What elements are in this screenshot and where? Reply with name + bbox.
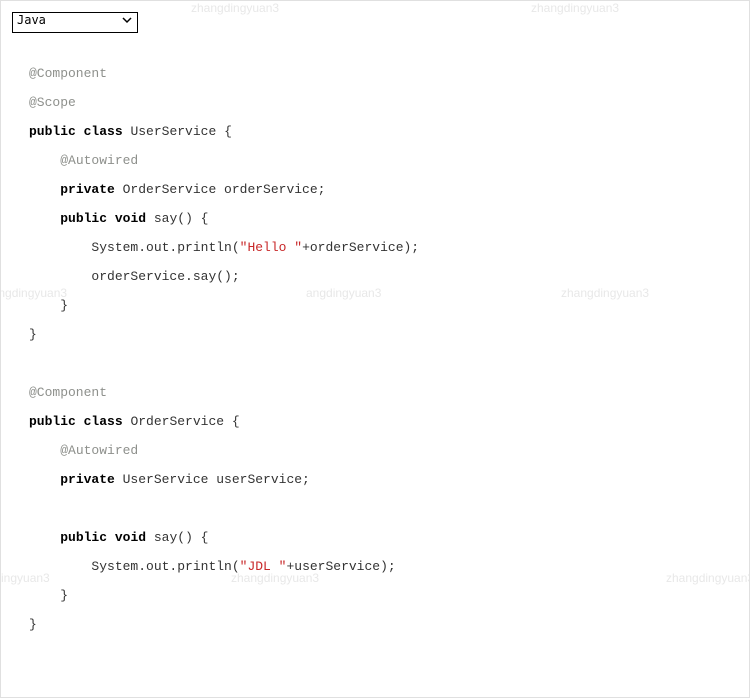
code-token-kw: void <box>115 211 146 226</box>
code-line: System.out.println("JDL "+userService); <box>29 552 737 581</box>
code-viewer-container: Java @Component @Scope public class UserSe… <box>0 0 750 698</box>
code-token-pln: System.out.println( <box>91 240 239 255</box>
code-token-pln <box>107 530 115 545</box>
code-token-pln: UserService userService; <box>115 472 310 487</box>
code-line: @Component <box>29 59 737 88</box>
code-token-pln: +userService); <box>286 559 395 574</box>
code-token-pln: say() { <box>146 530 208 545</box>
code-token-kw: class <box>84 124 123 139</box>
code-token-pln: { <box>224 414 240 429</box>
code-token-kw: public <box>60 530 107 545</box>
code-line: public void say() { <box>29 523 737 552</box>
code-token-pln: orderService.say(); <box>91 269 239 284</box>
language-selector[interactable]: Java <box>12 12 138 33</box>
code-token-pln: +orderService); <box>302 240 419 255</box>
code-line: @Autowired <box>29 436 737 465</box>
code-line: } <box>29 320 737 349</box>
code-token-kw: public <box>29 414 76 429</box>
code-token-ann: @Autowired <box>60 443 138 458</box>
code-line: orderService.say(); <box>29 262 737 291</box>
code-token-pln: } <box>29 617 37 632</box>
code-line: @Scope <box>29 88 737 117</box>
code-line: private OrderService orderService; <box>29 175 737 204</box>
code-token-ann: @Component <box>29 66 107 81</box>
code-token-ann: @Autowired <box>60 153 138 168</box>
code-line <box>29 494 737 523</box>
code-token-pln: } <box>60 298 68 313</box>
code-line: System.out.println("Hello "+orderService… <box>29 233 737 262</box>
code-token-str: "JDL " <box>240 559 287 574</box>
code-token-pln: System.out.println( <box>91 559 239 574</box>
code-token-kw: void <box>115 530 146 545</box>
code-token-kw: public <box>29 124 76 139</box>
code-token-kw: private <box>60 182 115 197</box>
code-token-cls: OrderService <box>130 414 224 429</box>
code-token-str: "Hello " <box>240 240 302 255</box>
code-token-ann: @Scope <box>29 95 76 110</box>
code-token-pln <box>107 211 115 226</box>
code-token-pln <box>76 124 84 139</box>
language-selected-value: Java <box>17 13 46 27</box>
code-line: @Component <box>29 378 737 407</box>
code-token-pln: { <box>216 124 232 139</box>
code-token-kw: public <box>60 211 107 226</box>
code-token-pln: } <box>60 588 68 603</box>
watermark-text: zhangdingyuan3 <box>191 1 279 15</box>
code-token-pln <box>76 414 84 429</box>
code-line: @Autowired <box>29 146 737 175</box>
code-token-pln: } <box>29 327 37 342</box>
code-token-ann: @Component <box>29 385 107 400</box>
code-token-pln: OrderService orderService; <box>115 182 326 197</box>
code-line: } <box>29 581 737 610</box>
code-line: public class OrderService { <box>29 407 737 436</box>
watermark-text: zhangdingyuan3 <box>531 1 619 15</box>
code-token-kw: class <box>84 414 123 429</box>
code-token-cls: UserService <box>130 124 216 139</box>
code-line: public class UserService { <box>29 117 737 146</box>
code-line: } <box>29 610 737 639</box>
code-line: } <box>29 291 737 320</box>
code-block: @Component @Scope public class UserService… <box>29 59 737 639</box>
code-line <box>29 349 737 378</box>
code-token-kw: private <box>60 472 115 487</box>
code-line: public void say() { <box>29 204 737 233</box>
code-line: private UserService userService; <box>29 465 737 494</box>
code-token-pln: say() { <box>146 211 208 226</box>
